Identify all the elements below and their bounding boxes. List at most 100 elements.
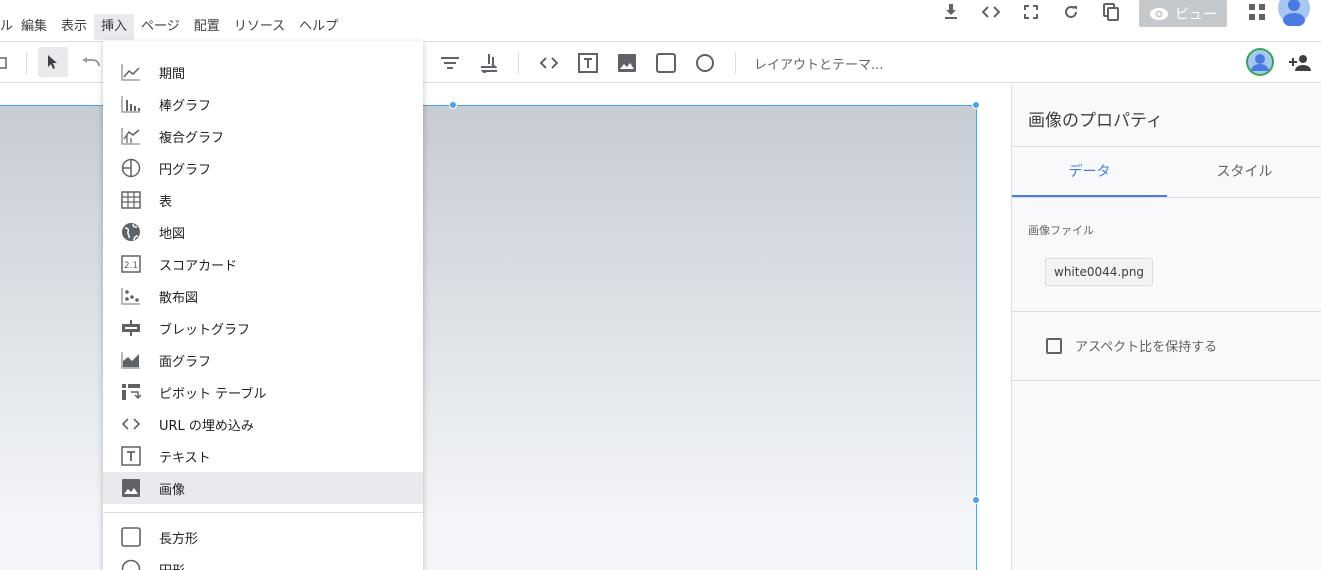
insert-geo-map[interactable]: 地図 [103,216,423,248]
menu-arrange[interactable]: 配置 [187,14,227,40]
insert-menu-dropdown: 期間 棒グラフ 複合グラフ 円グラフ 表 地図 2.1 スコアカード 散布図 ブ… [103,41,423,570]
layout-theme-button[interactable]: レイアウトとテーマ... [754,54,883,73]
insert-scatter-label: 散布図 [159,290,199,306]
insert-area-chart-label: 面グラフ [159,354,212,370]
insert-combo-chart[interactable]: 複合グラフ [103,120,423,152]
table-icon [103,191,159,209]
insert-bar-chart-label: 棒グラフ [159,98,212,114]
svg-text:2.1: 2.1 [124,261,138,271]
insert-pivot-table[interactable]: ピボット テーブル [103,376,423,408]
area-chart-icon [103,351,159,369]
dropdown-divider [103,512,423,513]
insert-area-chart[interactable]: 面グラフ [103,344,423,376]
image-file-label: 画像ファイル [1028,224,1094,237]
insert-bar-chart[interactable]: 棒グラフ [103,88,423,120]
insert-text-label: テキスト [159,450,211,466]
filter-icon[interactable] [437,50,463,76]
insert-combo-chart-label: 複合グラフ [159,130,225,146]
insert-table[interactable]: 表 [103,184,423,216]
add-person-icon[interactable] [1287,50,1313,76]
insert-image[interactable]: 画像 [103,472,423,504]
refresh-icon[interactable] [1051,0,1091,24]
panel-title: 画像のプロパティ [1028,111,1163,131]
account-avatar[interactable] [1277,0,1311,26]
insert-bullet-chart-label: ブレットグラフ [159,322,251,338]
menu-edit[interactable]: 編集 [14,14,54,40]
text-box-icon[interactable] [575,50,601,76]
properties-panel: 画像のプロパティ データ スタイル 画像ファイル white0044.png ア… [1011,84,1321,570]
text-icon [103,446,159,466]
image-icon[interactable] [614,50,640,76]
insert-circle-label: 円形 [159,560,185,570]
resize-handle-top-right[interactable] [972,101,980,109]
tab-data[interactable]: データ [1012,147,1167,197]
pie-chart-icon [103,158,159,178]
panel-divider [1012,380,1321,381]
insert-pivot-table-label: ピボット テーブル [159,386,267,402]
toolbar-divider [26,52,27,74]
image-file-chip[interactable]: white0044.png [1045,258,1154,286]
user-avatar[interactable] [1245,47,1275,77]
download-icon[interactable] [931,0,971,24]
menu-file[interactable]: ル [0,14,14,40]
embed-icon [103,417,159,431]
apps-grid-icon[interactable] [1237,0,1277,24]
view-button-label: ビュー [1175,6,1217,23]
insert-text[interactable]: テキスト [103,440,423,472]
insert-scorecard[interactable]: 2.1 スコアカード [103,248,423,280]
menu-help[interactable]: ヘルプ [292,14,345,40]
circle-icon [103,559,159,570]
toolbar-divider [518,52,519,74]
menu-view[interactable]: 表示 [54,14,94,40]
resize-handle-top[interactable] [449,101,457,109]
rectangle-icon[interactable] [653,50,679,76]
scorecard-icon: 2.1 [103,255,159,273]
insert-timeseries[interactable]: 期間 [103,56,423,88]
embed-code-icon[interactable] [971,0,1011,24]
insert-pie-chart[interactable]: 円グラフ [103,152,423,184]
top-right-actions: ビュー [931,0,1321,40]
undo-icon[interactable] [78,50,104,76]
resize-handle-right[interactable] [972,496,980,504]
insert-bullet-chart[interactable]: ブレットグラフ [103,312,423,344]
menu-page[interactable]: ページ [134,14,187,40]
menu-resources[interactable]: リソース [227,14,292,40]
keep-aspect-ratio-row[interactable]: アスペクト比を保持する [1046,336,1217,355]
insert-timeseries-label: 期間 [159,66,186,82]
circle-icon[interactable] [692,50,718,76]
panel-tabs: データ スタイル [1012,146,1321,198]
view-button[interactable]: ビュー [1139,0,1227,27]
image-icon [103,479,159,497]
insert-circle[interactable]: 円形 [103,553,423,570]
insert-rectangle[interactable]: 長方形 [103,521,423,553]
copy-icon[interactable] [1091,0,1131,24]
panel-divider [1012,311,1321,312]
combo-chart-icon [103,127,159,145]
url-embed-icon[interactable] [536,50,562,76]
bullet-chart-icon [103,319,159,337]
select-tool-button[interactable] [38,47,68,77]
insert-table-label: 表 [159,194,173,210]
rectangle-icon [103,527,159,547]
insert-url-embed-label: URL の埋め込み [159,418,254,434]
insert-scorecard-label: スコアカード [159,258,238,274]
scatter-icon [103,287,159,305]
toolbar-divider [735,52,736,74]
tab-style[interactable]: スタイル [1167,147,1321,197]
insert-rectangle-label: 長方形 [159,531,199,547]
keep-aspect-ratio-label: アスペクト比を保持する [1075,340,1218,355]
eye-icon [1150,7,1168,20]
insert-scatter[interactable]: 散布図 [103,280,423,312]
insert-url-embed[interactable]: URL の埋め込み [103,408,423,440]
timeseries-icon [103,63,159,81]
globe-icon [103,222,159,242]
data-control-icon[interactable] [476,50,502,76]
keep-aspect-ratio-checkbox[interactable] [1046,337,1062,354]
add-page-icon[interactable] [0,50,16,76]
insert-geo-map-label: 地図 [159,226,186,242]
fullscreen-icon[interactable] [1011,0,1051,24]
insert-image-label: 画像 [159,482,186,498]
menu-insert[interactable]: 挿入 [94,14,135,40]
top-bar: ル 編集 表示 挿入 ページ 配置 リソース ヘルプ ビュー [0,0,1321,41]
insert-pie-chart-label: 円グラフ [159,162,212,178]
